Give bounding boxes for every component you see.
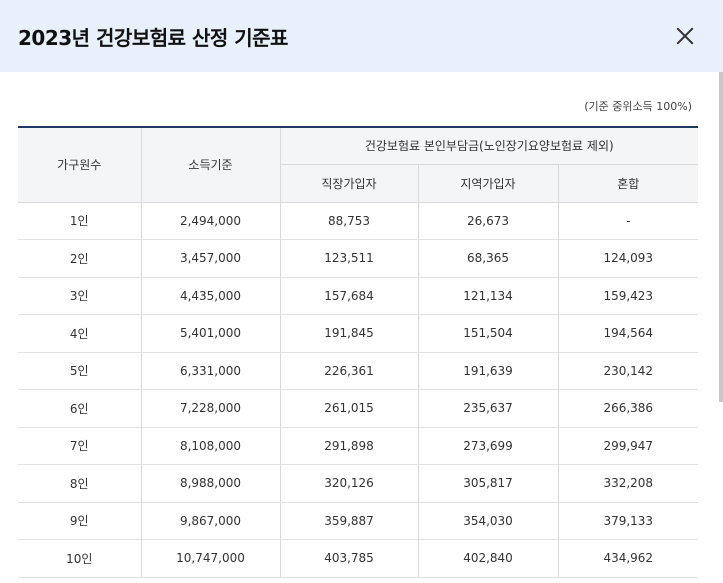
cell-household: 1인	[18, 202, 142, 240]
table-row: 9인 9,867,000 359,887 354,030 379,133	[18, 502, 699, 540]
cell-regional: 354,030	[418, 502, 559, 540]
cell-income: 8,108,000	[141, 427, 281, 465]
cell-employee: 226,361	[280, 352, 419, 390]
cell-household: 7인	[18, 427, 142, 465]
table-body: 1인 2,494,000 88,753 26,673-2인 3,457,000 123,5…	[18, 202, 699, 578]
cell-mixed: 266,386	[558, 389, 699, 428]
cell-regional: 305,817	[418, 464, 559, 503]
cell-mixed: 332,208	[558, 464, 699, 503]
cell-mixed: 159,423	[558, 277, 699, 315]
table-row: 5인 6,331,000 226,361 191,639 230,142	[18, 352, 699, 390]
header-employee: 직장가입자	[280, 164, 419, 203]
table-row: 8인 8,988,000 320,126 305,817 332,208	[18, 464, 699, 503]
modal-header: 2023년 건강보험료 산정 기준표	[0, 0, 723, 72]
cell-income: 7,228,000	[141, 389, 281, 428]
cell-regional: 273,699	[418, 427, 559, 465]
header-household: 가구원수	[18, 126, 142, 203]
header-regional: 지역가입자	[418, 164, 559, 203]
cell-household: 5인	[18, 352, 142, 390]
table-row: 6인 7,228,000 261,015 235,637 266,386	[18, 389, 699, 428]
cell-household: 9인	[18, 502, 142, 540]
cell-mixed: 299,947	[558, 427, 699, 465]
cell-employee: 403,785	[280, 539, 419, 578]
table-row: 3인 4,435,000 157,684 121,134 159,423	[18, 277, 699, 315]
cell-regional: 402,840	[418, 539, 559, 578]
cell-mixed: 434,962	[558, 539, 699, 578]
cell-household: 3인	[18, 277, 142, 315]
cell-household: 10인	[18, 539, 142, 578]
premium-criteria-modal: 2023년 건강보험료 산정 기준표 (기준 중위소득 100%) 가구원수 소…	[0, 0, 723, 583]
cell-employee: 191,845	[280, 314, 419, 353]
modal-title: 2023년 건강보험료 산정 기준표	[18, 25, 288, 50]
cell-mixed: 379,133	[558, 502, 699, 540]
cell-employee: 157,684	[280, 277, 419, 315]
cell-household: 6인	[18, 389, 142, 428]
table-row: 7인 8,108,000 291,898 273,699 299,947	[18, 427, 699, 465]
cell-mixed: 194,564	[558, 314, 699, 353]
cell-regional: 26,673	[418, 202, 559, 240]
cell-household: 4인	[18, 314, 142, 353]
cell-regional: 191,639	[418, 352, 559, 390]
cell-mixed: 230,142	[558, 352, 699, 390]
cell-income: 4,435,000	[141, 277, 281, 315]
header-premium-group: 건강보험료 본인부담금(노인장기요양보험료 제외)	[280, 126, 699, 165]
cell-mixed: 124,093	[558, 239, 699, 278]
cell-income: 3,457,000	[141, 239, 281, 278]
cell-mixed: -	[558, 202, 699, 240]
cell-regional: 235,637	[418, 389, 559, 428]
cell-household: 2인	[18, 239, 142, 278]
cell-income: 10,747,000	[141, 539, 281, 578]
cell-employee: 359,887	[280, 502, 419, 540]
header-income: 소득기준	[141, 126, 281, 203]
cell-employee: 291,898	[280, 427, 419, 465]
cell-regional: 121,134	[418, 277, 559, 315]
table-row: 2인 3,457,000 123,511 68,365 124,093	[18, 239, 699, 278]
cell-income: 2,494,000	[141, 202, 281, 240]
cell-employee: 261,015	[280, 389, 419, 428]
cell-employee: 123,511	[280, 239, 419, 278]
premium-table: 가구원수 소득기준 건강보험료 본인부담금(노인장기요양보험료 제외) 직장가입…	[18, 126, 699, 578]
close-icon[interactable]	[671, 22, 699, 50]
cell-employee: 320,126	[280, 464, 419, 503]
cell-income: 6,331,000	[141, 352, 281, 390]
table-note: (기준 중위소득 100%)	[584, 100, 692, 113]
cell-income: 8,988,000	[141, 464, 281, 503]
cell-income: 5,401,000	[141, 314, 281, 353]
table-row: 10인 10,747,000 403,785 402,840 434,962	[18, 539, 699, 578]
table-row: 1인 2,494,000 88,753 26,673-	[18, 202, 699, 240]
cell-household: 8인	[18, 464, 142, 503]
table-row: 4인 5,401,000 191,845 151,504 194,564	[18, 314, 699, 353]
cell-regional: 68,365	[418, 239, 559, 278]
scrollbar[interactable]	[719, 72, 723, 402]
cell-income: 9,867,000	[141, 502, 281, 540]
header-mixed: 혼합	[558, 164, 699, 203]
cell-employee: 88,753	[280, 202, 419, 240]
table-header: 가구원수 소득기준 건강보험료 본인부담금(노인장기요양보험료 제외) 직장가입…	[18, 126, 699, 203]
cell-regional: 151,504	[418, 314, 559, 353]
